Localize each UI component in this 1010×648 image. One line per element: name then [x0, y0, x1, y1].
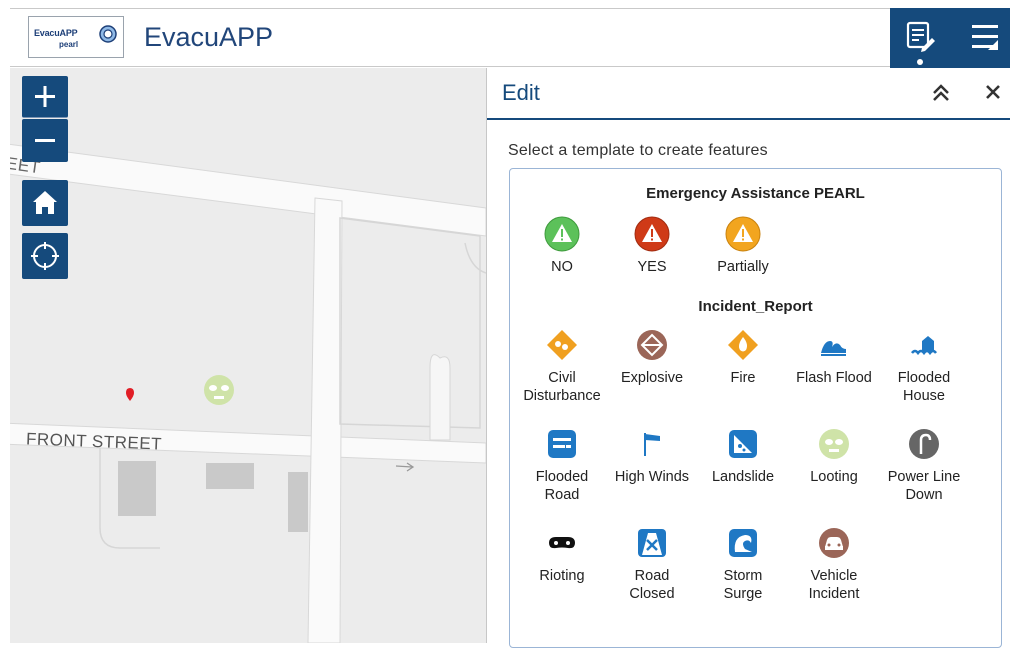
map-basemap[interactable]: [10, 68, 486, 643]
home-icon: [33, 191, 57, 214]
zoom-out-button[interactable]: [22, 119, 68, 162]
storm-surge-icon: [729, 529, 757, 557]
logo-subtext: pearl: [59, 40, 79, 49]
high-winds-icon: [644, 433, 660, 456]
rioting-icon: [549, 537, 575, 549]
group-title: Emergency Assistance PEARL: [646, 185, 865, 202]
template-partially[interactable]: Partially: [698, 216, 788, 276]
civil-disturbance-icon: [547, 330, 577, 360]
template-landslide[interactable]: Landslide: [698, 426, 788, 486]
zoom-in-button[interactable]: [22, 76, 68, 118]
crosshair-icon: [31, 242, 59, 270]
template-label: NO: [551, 259, 573, 275]
plus-icon: [35, 86, 55, 107]
template-label: Rioting: [539, 568, 585, 584]
template-road-closed[interactable]: Road Closed: [607, 525, 697, 603]
template-flooded-house[interactable]: Flooded House: [879, 327, 969, 405]
edit-widget-button[interactable]: [890, 8, 950, 68]
template-label: Storm Surge: [723, 568, 763, 602]
template-flooded-road[interactable]: Flooded Road: [517, 426, 607, 504]
panel-header: Edit: [487, 68, 1010, 120]
template-label: Vehicle Incident: [808, 568, 860, 602]
vehicle-incident-icon: [819, 528, 849, 558]
template-civil-disturbance[interactable]: Civil Disturbance: [517, 327, 607, 405]
instruction-text: Select a template to create features: [508, 142, 768, 159]
template-label: Looting: [810, 469, 858, 485]
template-label: Partially: [717, 259, 769, 275]
template-high-winds[interactable]: High Winds: [607, 426, 697, 486]
template-storm-surge[interactable]: Storm Surge: [698, 525, 788, 603]
template-label: Landslide: [711, 469, 775, 485]
landslide-icon: [729, 430, 757, 458]
template-vehicle-incident[interactable]: Vehicle Incident: [789, 525, 879, 603]
power-line-down-icon: [909, 429, 939, 459]
road-closed-icon: [638, 529, 666, 557]
edit-panel: Edit Select a template to create feature…: [486, 68, 1010, 648]
template-label: Flooded House: [897, 370, 951, 404]
map-view[interactable]: EET FRONT STREET: [10, 68, 486, 643]
template-label: YES: [637, 259, 667, 275]
template-picker: Emergency Assistance PEARL NO YES Partia…: [509, 168, 1002, 648]
flooded-house-icon: [911, 336, 937, 356]
flash-flood-icon: [821, 341, 846, 356]
template-power-line-down[interactable]: Power Line Down: [879, 426, 969, 504]
template-label: Flooded Road: [535, 469, 589, 503]
logo-text: EvacuAPP: [34, 28, 78, 38]
template-fire[interactable]: Fire: [698, 327, 788, 387]
template-no[interactable]: NO: [517, 216, 607, 276]
warning-red-icon: [634, 216, 670, 252]
template-looting[interactable]: Looting: [789, 426, 879, 486]
locate-button[interactable]: [22, 233, 68, 279]
template-label: Explosive: [620, 370, 684, 386]
app-logo: EvacuAPP pearl: [28, 16, 124, 58]
template-label: High Winds: [614, 469, 690, 485]
fire-icon: [728, 330, 758, 360]
flooded-road-icon: [548, 430, 576, 458]
template-yes[interactable]: YES: [607, 216, 697, 276]
app-title: EvacuAPP: [144, 22, 274, 52]
template-flash-flood[interactable]: Flash Flood: [789, 327, 879, 387]
home-button[interactable]: [22, 180, 68, 226]
template-label: Power Line Down: [887, 469, 961, 503]
panel-title: Edit: [502, 80, 540, 105]
menu-button[interactable]: [950, 8, 1010, 68]
template-rioting[interactable]: Rioting: [517, 525, 607, 585]
menu-icon: [972, 25, 998, 50]
globe-icon: [99, 25, 117, 43]
explosive-icon: [637, 330, 667, 360]
close-icon[interactable]: [984, 83, 1002, 101]
template-label: Civil Disturbance: [523, 370, 601, 404]
warning-green-icon: [544, 216, 580, 252]
template-label: Fire: [730, 370, 756, 386]
collapse-icon[interactable]: [931, 83, 951, 103]
group-title: Incident_Report: [698, 298, 813, 315]
active-indicator: [917, 59, 923, 65]
template-label: Road Closed: [629, 568, 675, 602]
template-label: Flash Flood: [796, 370, 872, 386]
app-header: EvacuAPP pearl EvacuAPP: [10, 8, 1010, 68]
looting-icon: [819, 429, 849, 459]
template-explosive[interactable]: Explosive: [607, 327, 697, 387]
minus-icon: [35, 139, 55, 142]
warning-orange-icon: [725, 216, 761, 252]
